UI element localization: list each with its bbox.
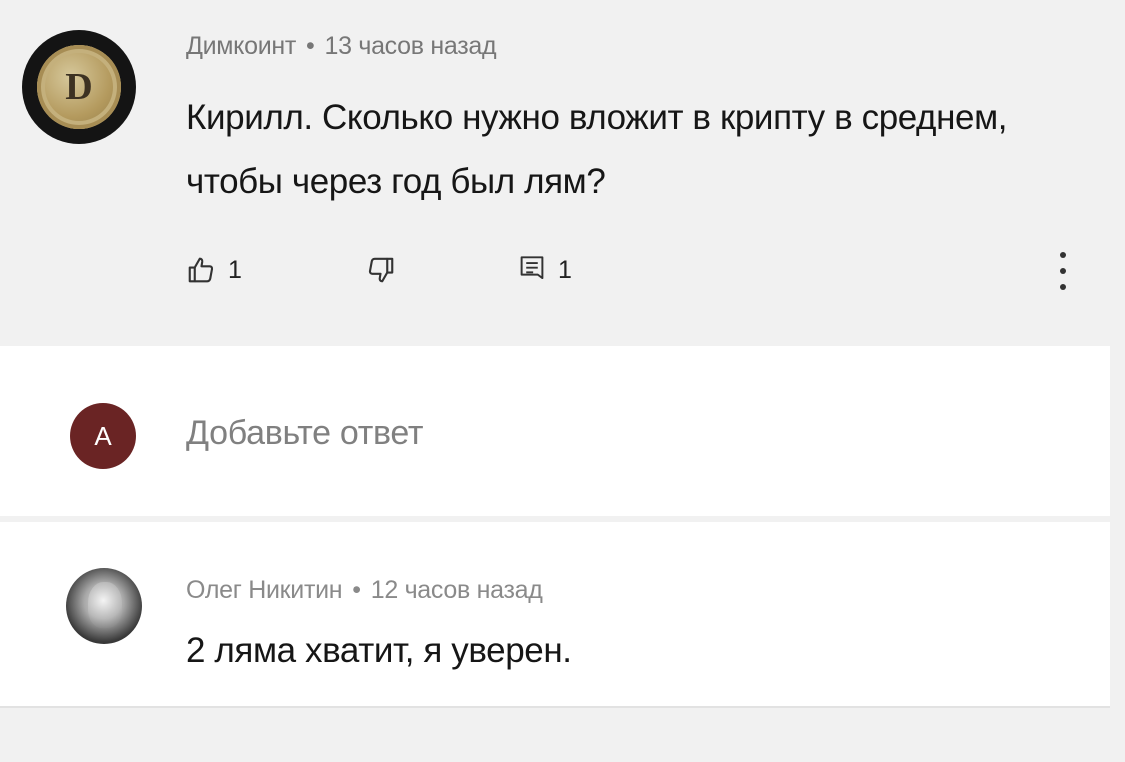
reply-input[interactable]: Добавьте ответ xyxy=(186,414,423,453)
comment-icon xyxy=(520,256,544,280)
reply-text: 2 ляма хватит, я уверен. xyxy=(186,631,572,670)
dogecoin-logo-icon: D xyxy=(37,45,121,129)
more-vertical-icon[interactable] xyxy=(1056,252,1070,290)
like-button[interactable]: 1 xyxy=(186,255,266,285)
thumbs-up-icon xyxy=(188,257,214,283)
reply-comment xyxy=(0,522,1110,706)
thumbs-down-icon xyxy=(368,257,394,283)
reply-input-area[interactable] xyxy=(0,346,1110,516)
meta-separator: • xyxy=(352,576,361,604)
divider xyxy=(0,706,1110,708)
dislike-button[interactable] xyxy=(366,255,516,285)
comment-text: Кирилл. Сколько нужно вложит в крипту в … xyxy=(186,98,1008,201)
avatar-letter: D xyxy=(65,66,93,108)
comment-time: 13 часов назад xyxy=(324,32,497,60)
comment-author[interactable]: Димкоинт xyxy=(186,32,296,60)
reply-author[interactable]: Олег Никитин xyxy=(186,576,343,604)
user-avatar: A xyxy=(70,403,136,469)
meta-separator: • xyxy=(306,32,315,60)
reply-time: 12 часов назад xyxy=(370,576,543,604)
comment: D Димкоинт • 13 часов назад Кирилл. Скольк… xyxy=(0,0,1125,345)
user-avatar-letter: A xyxy=(94,420,112,451)
comment-actions: 1 1 xyxy=(186,250,572,290)
like-count: 1 xyxy=(228,255,242,284)
avatar[interactable] xyxy=(66,568,142,644)
comments-page: D Димкоинт • 13 часов назад Кирилл. Скольк… xyxy=(0,0,1125,762)
reply-count: 1 xyxy=(558,255,572,284)
replies-button[interactable]: 1 xyxy=(518,255,572,285)
reply-meta: Олег Никитин • 12 часов назад xyxy=(186,576,543,605)
comment-meta: Димкоинт • 13 часов назад xyxy=(186,32,497,61)
profile-photo-icon xyxy=(88,582,122,628)
avatar[interactable]: D xyxy=(22,30,136,144)
